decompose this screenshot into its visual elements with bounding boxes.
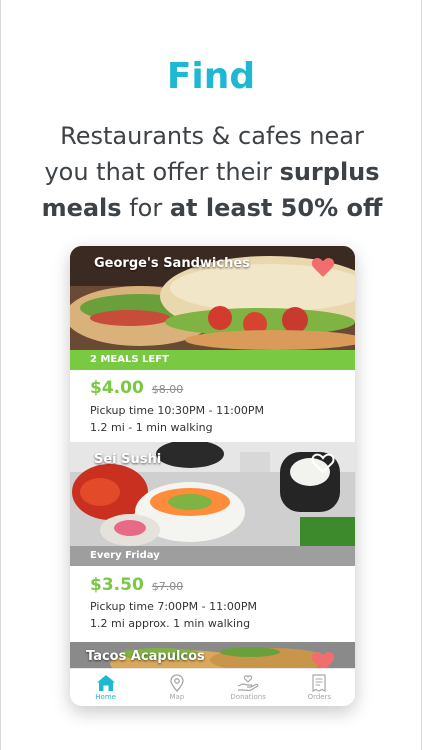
price-row: $4.00 $8.00 (90, 378, 183, 398)
card-details: Pickup time 10:30PM - 11:00PM 1.2 mi - 1… (90, 402, 264, 436)
tagline-bold-surplus: surplus (279, 158, 380, 186)
favorite-heart-icon[interactable] (311, 256, 335, 278)
phone-mockup: George's Sandwiches 2 MEALS LEFT $4.00 $8… (70, 246, 355, 706)
bottom-tab-bar: Home Map Donations Orders (70, 668, 355, 706)
distance: 1.2 mi approx. 1 min walking (90, 617, 251, 630)
restaurant-name: Sei Sushi (94, 452, 162, 467)
card-details: Pickup time 7:00PM - 11:00PM 1.2 mi appr… (90, 598, 257, 632)
tab-orders[interactable]: Orders (291, 674, 347, 701)
original-price: $7.00 (151, 580, 184, 593)
restaurant-name: Tacos Acapulcos (86, 649, 205, 664)
schedule-badge: Every Friday (70, 546, 355, 566)
tab-label: Donations (230, 693, 266, 701)
tagline-text: you that offer their (44, 158, 280, 186)
pickup-time: Pickup time 7:00PM - 11:00PM (90, 600, 257, 613)
restaurant-card[interactable]: George's Sandwiches 2 MEALS LEFT $4.00 $8… (70, 246, 355, 442)
tagline-bold-discount: at least 50% off (169, 194, 383, 222)
orders-receipt-icon (312, 674, 326, 692)
tagline: Restaurants & cafes near you that offer … (21, 118, 403, 226)
home-icon (96, 675, 115, 691)
tab-label: Map (169, 693, 185, 701)
map-pin-icon (170, 674, 184, 692)
tagline-line-3: meals for at least 50% off (21, 190, 403, 226)
tagline-line-1: Restaurants & cafes near (60, 122, 364, 150)
tagline-line-2: you that offer their surplus (21, 154, 403, 190)
meals-left-badge: 2 MEALS LEFT (70, 350, 355, 370)
headline: Find (166, 56, 256, 97)
tab-donations[interactable]: Donations (220, 674, 276, 701)
tab-map[interactable]: Map (149, 674, 205, 701)
tagline-text: for (121, 194, 170, 222)
tagline-bold-meals: meals (41, 194, 122, 222)
original-price: $8.00 (151, 383, 184, 396)
distance: 1.2 mi - 1 min walking (90, 421, 213, 434)
tab-home[interactable]: Home (78, 674, 134, 701)
favorite-heart-outline-icon[interactable] (311, 452, 335, 474)
tab-label: Orders (307, 693, 332, 701)
app-store-screen: Find Restaurants & cafes near you that o… (0, 0, 422, 750)
price-row: $3.50 $7.00 (90, 575, 183, 595)
discounted-price: $4.00 (90, 378, 144, 398)
tab-label: Home (95, 693, 116, 701)
restaurant-card[interactable]: Sei Sushi Every Friday $3.50 $7.00 Pickup… (70, 442, 355, 642)
pickup-time: Pickup time 10:30PM - 11:00PM (90, 404, 264, 417)
discounted-price: $3.50 (90, 575, 144, 595)
donation-hand-icon (237, 675, 259, 692)
restaurant-name: George's Sandwiches (94, 256, 250, 271)
